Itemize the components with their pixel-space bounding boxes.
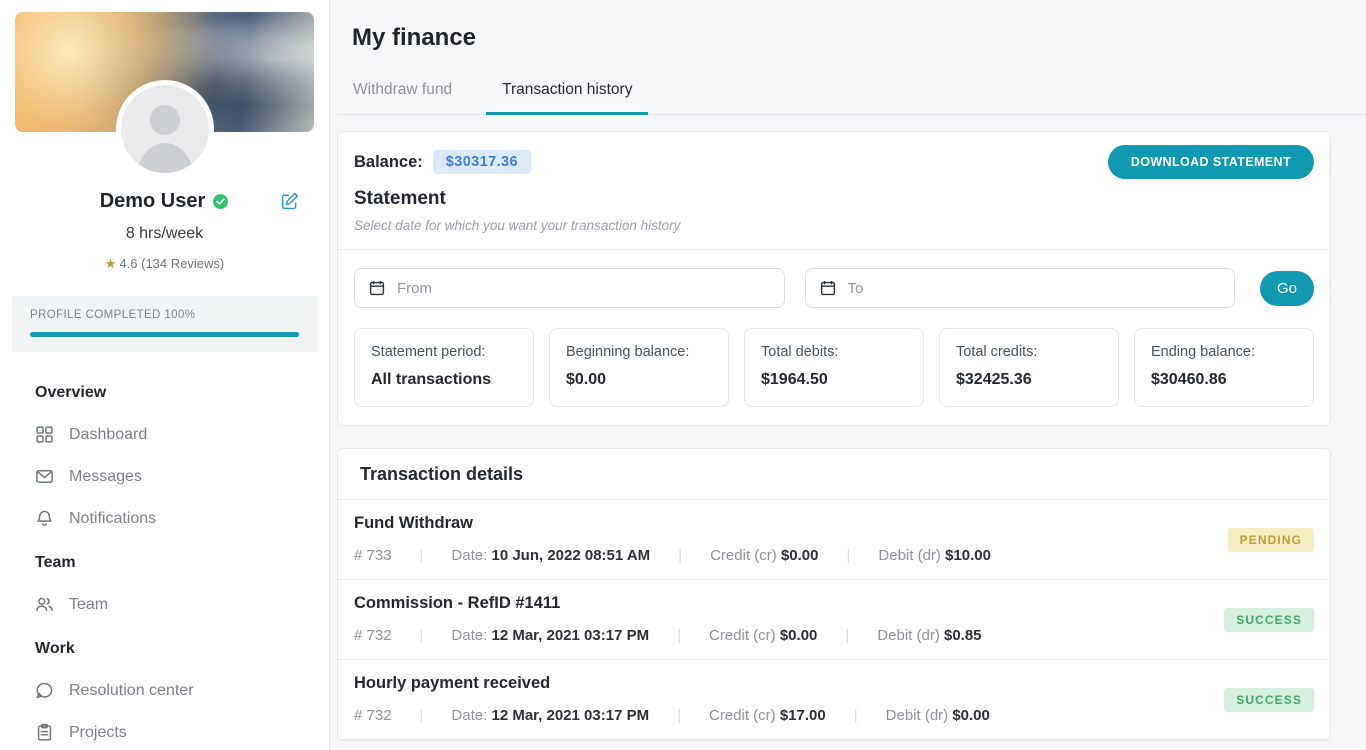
date-to-input[interactable]: [848, 280, 1221, 297]
transaction-details-card: Transaction details Fund Withdraw # 733 …: [337, 448, 1331, 741]
app: Demo User 8 hrs/week ★4.6 (134 Reviews) …: [0, 0, 1366, 750]
summary-card-beginning-balance: Beginning balance: $0.00: [549, 328, 729, 407]
summary-card-period: Statement period: All transactions: [354, 328, 534, 407]
transaction-title: Hourly payment received: [354, 674, 1224, 693]
nav-header-work: Work: [35, 640, 294, 658]
avatar-placeholder-icon: [150, 105, 180, 135]
sidebar-item-label: Dashboard: [69, 426, 147, 444]
people-icon: [35, 595, 54, 614]
transaction-id: # 732: [354, 707, 392, 724]
transaction-credit: $17.00: [780, 707, 826, 724]
calendar-icon: [820, 280, 836, 296]
sidebar: Demo User 8 hrs/week ★4.6 (134 Reviews) …: [0, 0, 330, 750]
sidebar-item-label: Resolution center: [69, 682, 194, 700]
statement-subtitle: Select date for which you want your tran…: [354, 218, 1314, 237]
table-row: Commission - RefID #1411 # 732 | Date: 1…: [338, 580, 1330, 660]
bell-icon: [35, 509, 54, 528]
summary-card-total-debits: Total debits: $1964.50: [744, 328, 924, 407]
star-icon: ★: [105, 256, 117, 271]
envelope-icon: [35, 467, 54, 486]
sidebar-nav: Overview Dashboard Messages: [0, 352, 329, 742]
chat-icon: [35, 681, 54, 700]
statement-card: Balance: $30317.36 DOWNLOAD STATEMENT St…: [337, 131, 1331, 426]
rating-text: 4.6 (134 Reviews): [119, 256, 224, 271]
sidebar-item-team[interactable]: Team: [35, 595, 294, 614]
status-badge: PENDING: [1228, 528, 1314, 552]
date-to-field[interactable]: [805, 268, 1236, 308]
user-name: Demo User: [100, 190, 206, 213]
tabs: Withdraw fund Transaction history: [337, 81, 1366, 115]
balance-label: Balance:: [354, 153, 423, 172]
balance-value: $30317.36: [433, 150, 531, 174]
statement-title: Statement: [354, 188, 1314, 210]
transaction-date: 12 Mar, 2021 03:17 PM: [491, 627, 649, 644]
status-badge: SUCCESS: [1224, 608, 1314, 632]
summary-card-total-credits: Total credits: $32425.36: [939, 328, 1119, 407]
edit-profile-button[interactable]: [281, 192, 299, 210]
transaction-debit: $0.00: [952, 707, 990, 724]
transaction-credit: $0.00: [781, 547, 819, 564]
balance-row: Balance: $30317.36 DOWNLOAD STATEMENT: [354, 145, 1314, 179]
table-row: Fund Withdraw # 733 | Date: 10 Jun, 2022…: [338, 500, 1330, 580]
date-filter-row: Go: [338, 249, 1330, 326]
page-title: My finance: [352, 24, 1331, 52]
date-from-field[interactable]: [354, 268, 785, 308]
transaction-details-title: Transaction details: [338, 449, 1330, 500]
sidebar-item-label: Team: [69, 596, 108, 614]
tab-withdraw-fund[interactable]: Withdraw fund: [337, 81, 468, 115]
profile-progress-band: PROFILE COMPLETED 100%: [12, 296, 317, 352]
verified-badge-icon: [212, 193, 229, 210]
edit-pencil-icon: [281, 192, 299, 210]
go-button[interactable]: Go: [1260, 271, 1314, 306]
transaction-date: 12 Mar, 2021 03:17 PM: [491, 707, 649, 724]
calendar-icon: [369, 280, 385, 296]
avatar: [116, 80, 214, 178]
hours-per-week: 8 hrs/week: [0, 225, 329, 243]
main-content: My finance Withdraw fund Transaction his…: [330, 0, 1366, 750]
statement-summary-row: Statement period: All transactions Begin…: [338, 326, 1330, 425]
nav-header-team: Team: [35, 554, 294, 572]
transaction-id: # 733: [354, 547, 392, 564]
sidebar-item-notifications[interactable]: Notifications: [35, 509, 294, 528]
sidebar-item-messages[interactable]: Messages: [35, 467, 294, 486]
sidebar-item-label: Messages: [69, 468, 142, 486]
sidebar-item-resolution-center[interactable]: Resolution center: [35, 681, 294, 700]
transaction-title: Fund Withdraw: [354, 514, 1228, 533]
sidebar-item-projects[interactable]: Projects: [35, 723, 294, 742]
status-badge: SUCCESS: [1224, 688, 1314, 712]
profile-progress-label: PROFILE COMPLETED 100%: [30, 309, 299, 321]
transaction-debit: $0.85: [944, 627, 982, 644]
sidebar-item-dashboard[interactable]: Dashboard: [35, 425, 294, 444]
transaction-debit: $10.00: [945, 547, 991, 564]
dashboard-icon: [35, 425, 54, 444]
clipboard-icon: [35, 723, 54, 742]
download-statement-button[interactable]: DOWNLOAD STATEMENT: [1108, 145, 1314, 179]
transaction-meta: # 732 | Date: 12 Mar, 2021 03:17 PM | Cr…: [354, 627, 1224, 644]
transaction-date: 10 Jun, 2022 08:51 AM: [491, 547, 650, 564]
nav-header-overview: Overview: [35, 384, 294, 402]
sidebar-item-label: Notifications: [69, 510, 156, 528]
rating: ★4.6 (134 Reviews): [0, 256, 329, 272]
sidebar-item-label: Projects: [69, 724, 127, 742]
profile-progress-bar: [30, 332, 299, 337]
table-row: Hourly payment received # 732 | Date: 12…: [338, 660, 1330, 740]
transaction-credit: $0.00: [780, 627, 818, 644]
transaction-id: # 732: [354, 627, 392, 644]
profile-name-row: Demo User: [0, 190, 329, 213]
transaction-title: Commission - RefID #1411: [354, 594, 1224, 613]
summary-card-ending-balance: Ending balance: $30460.86: [1134, 328, 1314, 407]
tab-transaction-history[interactable]: Transaction history: [486, 81, 648, 115]
transaction-meta: # 732 | Date: 12 Mar, 2021 03:17 PM | Cr…: [354, 707, 1224, 724]
date-from-input[interactable]: [397, 280, 770, 297]
transaction-meta: # 733 | Date: 10 Jun, 2022 08:51 AM | Cr…: [354, 547, 1228, 564]
